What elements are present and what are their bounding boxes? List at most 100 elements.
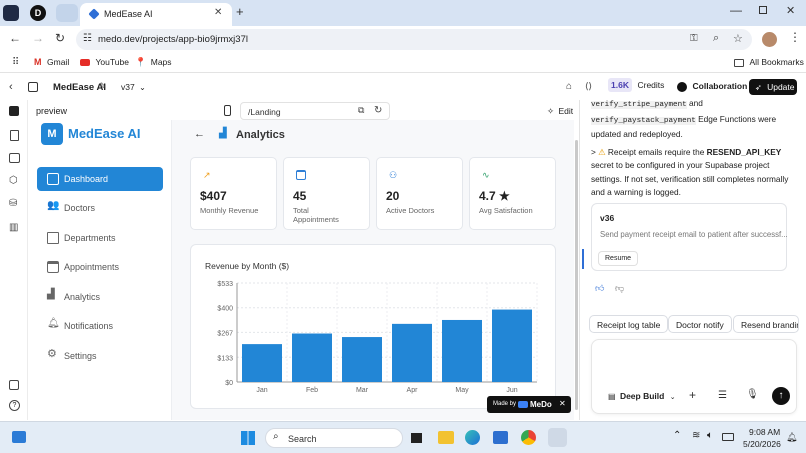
version-select[interactable]: v37 ⌄ [121, 82, 146, 92]
all-bookmarks[interactable]: All Bookmarks [734, 57, 804, 67]
made-by-badge[interactable]: Made by MeDo ✕ [487, 396, 571, 413]
refresh-icon[interactable]: ↻ [374, 105, 382, 116]
notification-bell-icon[interactable]: 🔔︎ [786, 432, 797, 443]
sidebar-item-analytics[interactable]: ▟ Analytics [37, 285, 163, 309]
update-button[interactable]: ➶ Update [749, 79, 797, 95]
chat-panel: verify_stripe_payment and verify_paystac… [582, 98, 806, 421]
microphone-icon[interactable]: 🎙︎ [746, 389, 759, 400]
forward-icon[interactable]: → [32, 31, 44, 45]
browser-tab-bar: D MedEase AI ✕ + — ✕ [0, 0, 806, 26]
tab-favicon-icon [88, 8, 100, 20]
sidebar-toggle-icon[interactable] [28, 82, 38, 92]
bar [342, 337, 382, 382]
minimize-icon[interactable]: — [730, 3, 742, 17]
key-icon[interactable]: ⚿ [690, 33, 698, 44]
preview-scrollbar[interactable] [575, 140, 578, 410]
profile-icon[interactable] [3, 5, 19, 21]
back-chevron-icon[interactable]: ‹ [9, 81, 13, 93]
bookmark-maps[interactable]: 📍 Maps [135, 57, 172, 68]
left-tool-rail: ⬡ ⛁ ▥ ? [0, 100, 28, 420]
edit-pencil-icon[interactable]: ✎ [99, 81, 107, 92]
gmail-icon: M [34, 57, 42, 67]
layout-tool-icon[interactable] [9, 153, 20, 163]
send-button[interactable]: ↑ [772, 387, 790, 405]
mode-icon: ▤ [608, 392, 616, 401]
store-app-icon[interactable] [493, 431, 508, 444]
clock-date[interactable]: 5/20/2026 [743, 439, 781, 449]
plugin-tool-icon[interactable]: ⬡ [9, 175, 18, 186]
battery-icon[interactable] [722, 433, 734, 441]
thumbs-up-icon[interactable]: 👍︎ [595, 283, 604, 294]
mode-select[interactable]: ▤ Deep Build ⌄ [608, 391, 676, 401]
menu-kebab-icon[interactable]: ⋮ [789, 30, 801, 44]
store-icon[interactable]: ⌂ [566, 81, 572, 92]
chat-scrollbar-accent [582, 249, 584, 269]
close-icon[interactable]: ✕ [214, 7, 222, 18]
tray-chevron-icon[interactable]: ⌃ [673, 430, 681, 441]
widgets-icon[interactable] [12, 431, 26, 443]
device-toggle-icon[interactable] [224, 105, 231, 116]
edit-button[interactable]: ✧ Edit [547, 106, 573, 117]
thumbs-down-icon[interactable]: 👎︎ [615, 283, 624, 294]
bookmark-youtube[interactable]: YouTube [80, 57, 129, 67]
sidebar-item-dashboard[interactable]: Dashboard [37, 167, 163, 191]
sidebar-item-appointments[interactable]: Appointments [37, 255, 163, 279]
back-icon[interactable]: ← [9, 31, 21, 45]
open-external-icon[interactable]: ⧉ [358, 105, 364, 116]
path-input[interactable]: /Landing ⧉ ↻ [240, 102, 390, 120]
tab-medease[interactable]: MedEase AI ✕ [80, 3, 232, 26]
zoom-icon[interactable]: ⌕ [713, 32, 719, 45]
sidebar-item-departments[interactable]: Departments [37, 226, 163, 250]
add-attachment-icon[interactable]: + [689, 388, 696, 402]
badge-close-icon[interactable]: ✕ [559, 399, 566, 408]
tasks-icon[interactable]: ☰ [718, 390, 727, 401]
reload-icon[interactable]: ↻ [55, 31, 65, 45]
taskbar-search[interactable]: ⌕ Search [265, 428, 403, 448]
y-tick-label: $0 [225, 380, 233, 387]
apps-grid-icon[interactable]: ⠿ [12, 57, 19, 68]
start-button-icon[interactable] [241, 431, 255, 445]
edge-icon[interactable] [465, 430, 480, 445]
bookmarks-bar: ⠿ M Gmail YouTube 📍 Maps All Bookmarks [0, 53, 806, 73]
database-tool-icon[interactable]: ⛁ [9, 198, 17, 209]
avatar[interactable] [762, 32, 777, 47]
d-app-icon[interactable]: D [30, 5, 46, 21]
files-tool-icon[interactable] [10, 130, 19, 141]
x-tick-label: Apr [407, 387, 419, 394]
sidebar-item-notifications[interactable]: 🔔︎ Notifications [37, 314, 163, 338]
file-explorer-icon[interactable] [438, 431, 454, 444]
preview-tool-icon[interactable] [9, 106, 19, 116]
x-tick-label: May [455, 387, 469, 394]
credits-badge[interactable]: 1.6K Credits [608, 78, 664, 92]
pinned-tab-icon[interactable] [56, 4, 78, 22]
windows-taskbar: ⌕ Search ⌃ ≋ 🔈︎ 9:08 AM 5/20/2026 🔔︎ [0, 421, 806, 453]
chrome-icon[interactable] [521, 430, 536, 445]
page-back-icon[interactable]: ← [194, 128, 205, 140]
code-icon[interactable]: ⟨⟩ [585, 81, 592, 92]
suggestion-resend-branding[interactable]: Resend branding [733, 315, 799, 333]
wifi-icon[interactable]: ≋ [692, 430, 700, 441]
star-icon[interactable]: ☆ [733, 32, 743, 45]
site-info-icon[interactable]: ☷ [83, 33, 92, 44]
new-tab-icon[interactable]: + [236, 4, 244, 19]
resume-button[interactable]: Resume [598, 251, 639, 266]
task-view-icon[interactable] [411, 433, 422, 443]
suggestion-doctor-notify[interactable]: Doctor notify [668, 315, 732, 333]
analytics-tool-icon[interactable]: ▥ [9, 222, 18, 233]
volume-icon[interactable]: 🔈︎ [707, 430, 713, 441]
sidebar-item-settings[interactable]: ⚙ Settings [37, 344, 163, 368]
chrome-profile-icon[interactable] [548, 428, 567, 447]
chat-input[interactable]: ▤ Deep Build ⌄ + ☰ 🎙︎ ↑ [591, 339, 797, 414]
collaboration-button[interactable]: Collaboration [677, 81, 747, 92]
sidebar-item-doctors[interactable]: 👥 Doctors [37, 196, 163, 220]
stat-card-satisfaction: ∿ 4.7 ★ Avg Satisfaction [469, 157, 556, 230]
terminal-tool-icon[interactable] [9, 380, 19, 390]
restore-icon[interactable] [759, 6, 767, 14]
url-field[interactable]: ☷ medo.dev/projects/app-bio9jrmxj37l ⚿ ⌕… [76, 29, 752, 50]
version-card: v36 Send payment receipt email to patien… [591, 203, 788, 271]
suggestion-receipt-log[interactable]: Receipt log table [589, 315, 669, 333]
help-icon[interactable]: ? [9, 400, 20, 411]
window-close-icon[interactable]: ✕ [786, 4, 795, 17]
clock-time[interactable]: 9:08 AM [749, 427, 780, 437]
bookmark-gmail[interactable]: M Gmail [34, 57, 69, 67]
